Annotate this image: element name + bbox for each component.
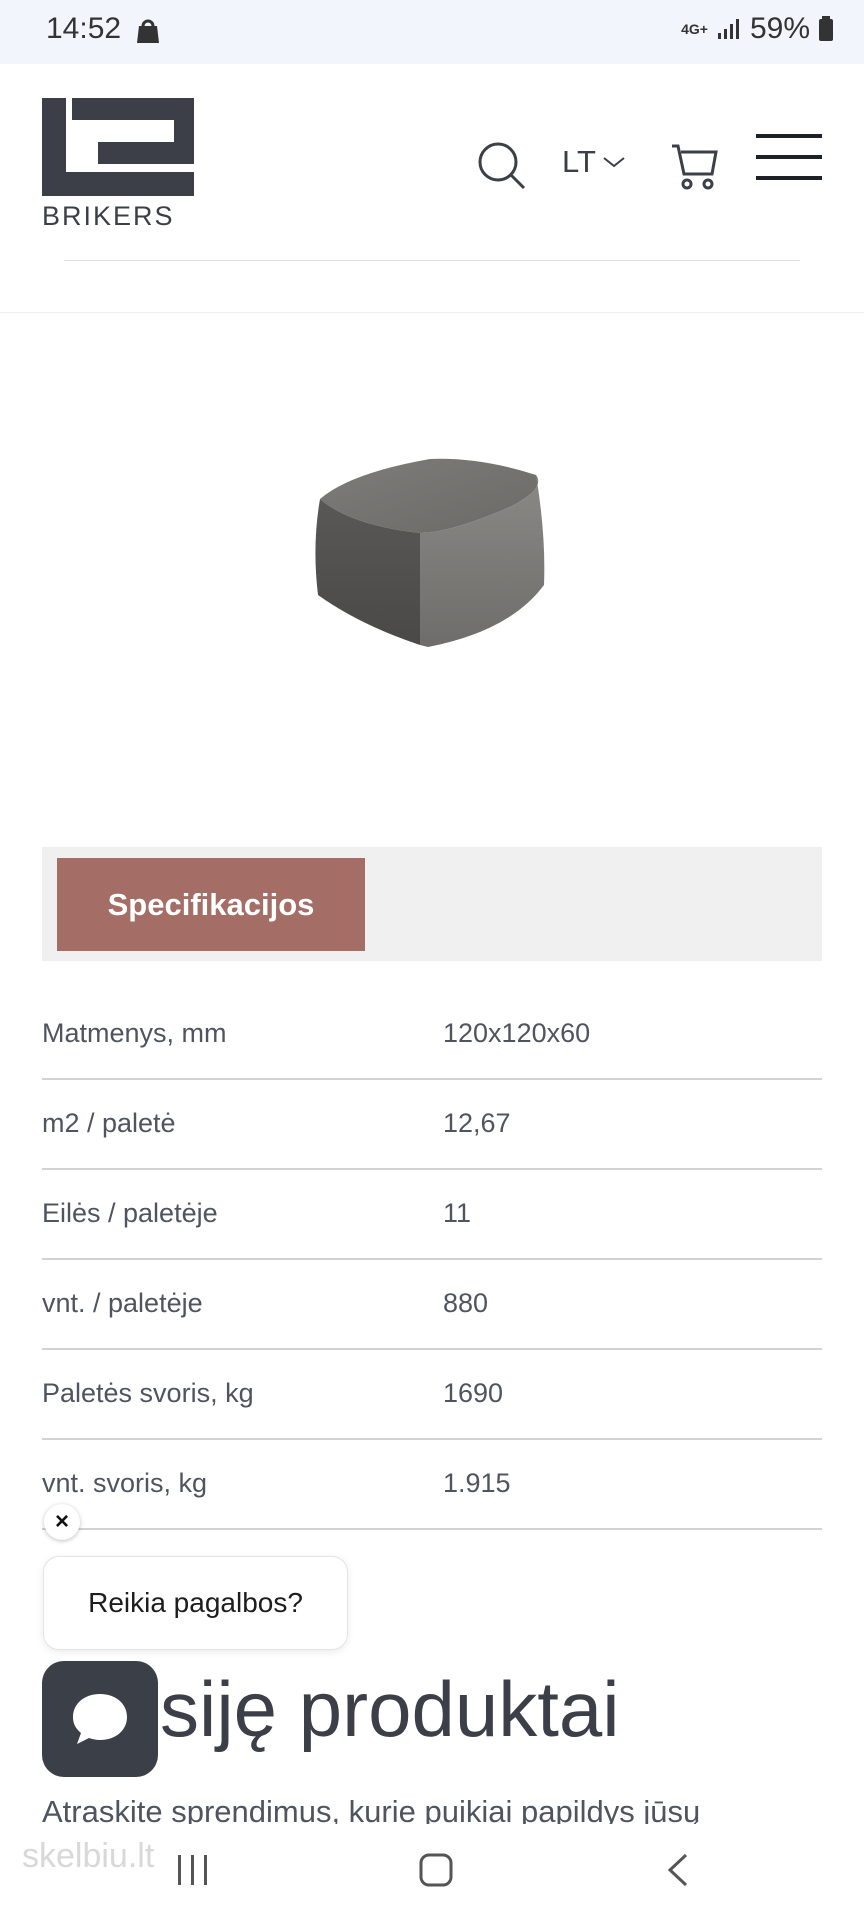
shopping-bag-icon [137,19,159,43]
hamburger-menu-icon[interactable] [756,132,822,182]
spec-value: 120x120x60 [443,1018,591,1048]
back-icon[interactable] [664,1852,692,1888]
table-row: vnt. svoris, kg 1.915 [42,1440,822,1530]
battery-percent: 59% [749,12,810,45]
chat-button[interactable] [42,1661,158,1777]
spec-label: vnt. / paletėje [42,1288,203,1318]
specifications-table: Matmenys, mm 120x120x60 m2 / paletė 12,6… [42,990,822,1530]
spec-value: 12,67 [443,1108,511,1138]
related-products-title: siję produktai [160,1665,620,1753]
table-row: vnt. / paletėje 880 [42,1260,822,1350]
battery-icon [819,16,833,41]
tab-specifications[interactable]: Specifikacijos [57,858,365,951]
recent-apps-icon[interactable] [176,1855,210,1885]
related-products-description: Atraskite sprendimus, kurie puikiai papi… [42,1794,701,1824]
spec-label: Eilės / paletėje [42,1198,218,1228]
site-header: BRIKERS LT [0,64,864,313]
language-label: LT [562,144,596,179]
chat-bubble-icon [73,1694,127,1744]
cart-icon[interactable] [670,140,720,192]
spec-label: vnt. svoris, kg [42,1468,208,1498]
spec-value: 1690 [443,1378,504,1408]
spec-value: 1.915 [443,1468,511,1498]
signal-icon [717,19,739,39]
spec-label: m2 / paletė [42,1108,176,1138]
product-tabs: Specifikacijos [42,847,822,961]
spec-value: 11 [443,1198,472,1228]
search-icon[interactable] [476,140,528,192]
product-paving-stone-image [315,458,545,647]
status-indicators: 4G+ 59% [681,12,834,46]
watermark: skelbiu.lt [22,1837,155,1875]
logo-text: BRIKERS [42,201,175,231]
table-row: m2 / paletė 12,67 [42,1080,822,1170]
close-chat-prompt-button[interactable]: × [44,1504,80,1540]
network-label: 4G+ [681,21,708,37]
language-selector[interactable]: LT [562,144,626,180]
table-row: Eilės / paletėje 11 [42,1170,822,1260]
chat-help-prompt[interactable]: Reikia pagalbos? [43,1556,348,1650]
brikers-logo[interactable] [42,98,194,196]
table-row: Matmenys, mm 120x120x60 [42,990,822,1080]
spec-value: 880 [443,1288,489,1318]
spec-label: Paletės svoris, kg [42,1378,254,1408]
status-time: 14:52 [46,12,122,45]
spec-label: Matmenys, mm [42,1018,227,1048]
status-bar: 14:52 4G+ 59% [0,0,864,64]
home-icon[interactable] [418,1852,454,1888]
table-row: Paletės svoris, kg 1690 [42,1350,822,1440]
chevron-down-icon [603,157,625,168]
header-divider [64,260,800,261]
